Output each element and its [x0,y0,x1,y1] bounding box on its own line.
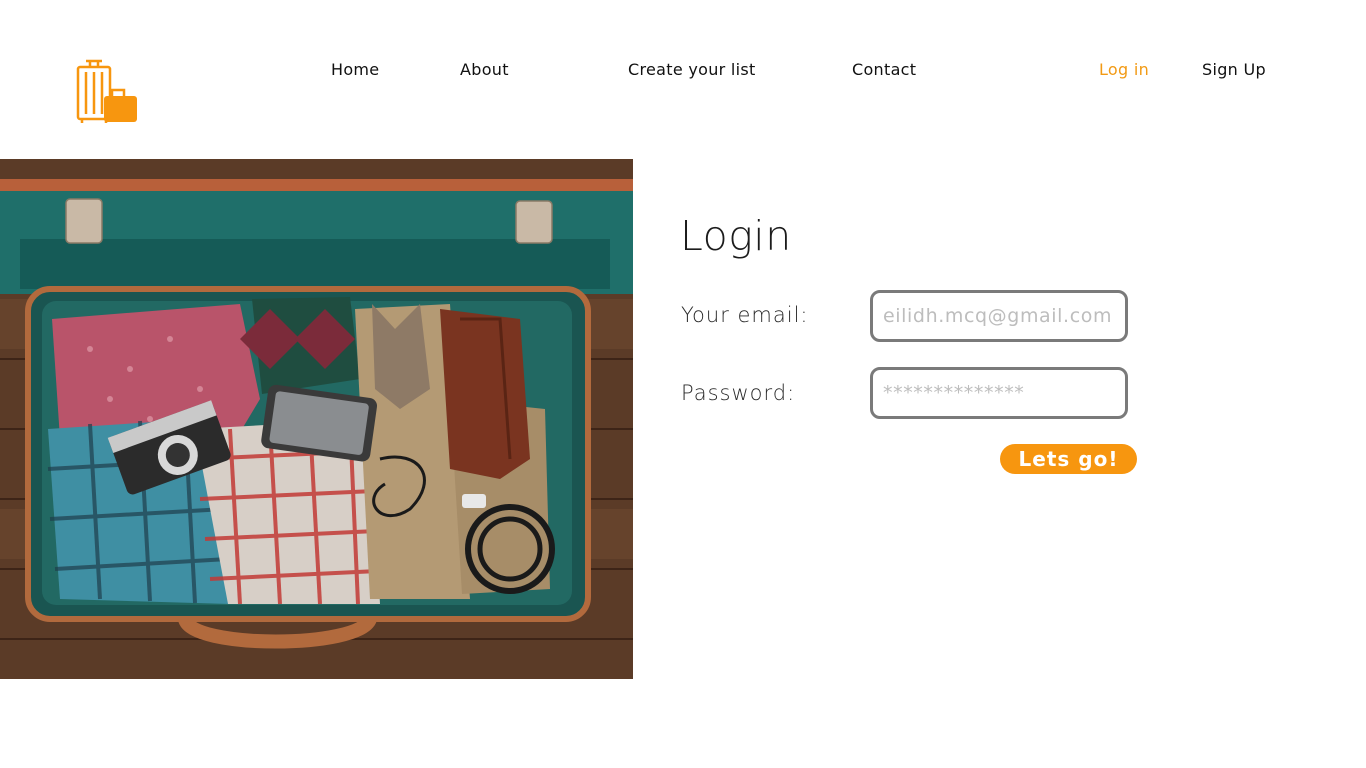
password-label: Password: [681,381,796,405]
nav-home-link[interactable]: Home [331,60,379,79]
nav-signup-link[interactable]: Sign Up [1202,60,1266,79]
email-field[interactable] [870,290,1128,342]
nav-contact-link[interactable]: Contact [852,60,916,79]
nav-create-list-link[interactable]: Create your list [628,60,756,79]
submit-login-button[interactable]: Lets go! [1000,444,1137,474]
login-title: Login [680,212,792,260]
password-field[interactable] [870,367,1128,419]
nav-login-link[interactable]: Log in [1099,60,1149,79]
hero-suitcase-image [0,159,633,679]
email-label: Your email: [681,303,809,327]
luggage-logo-icon[interactable] [74,58,140,126]
nav-about-link[interactable]: About [460,60,509,79]
